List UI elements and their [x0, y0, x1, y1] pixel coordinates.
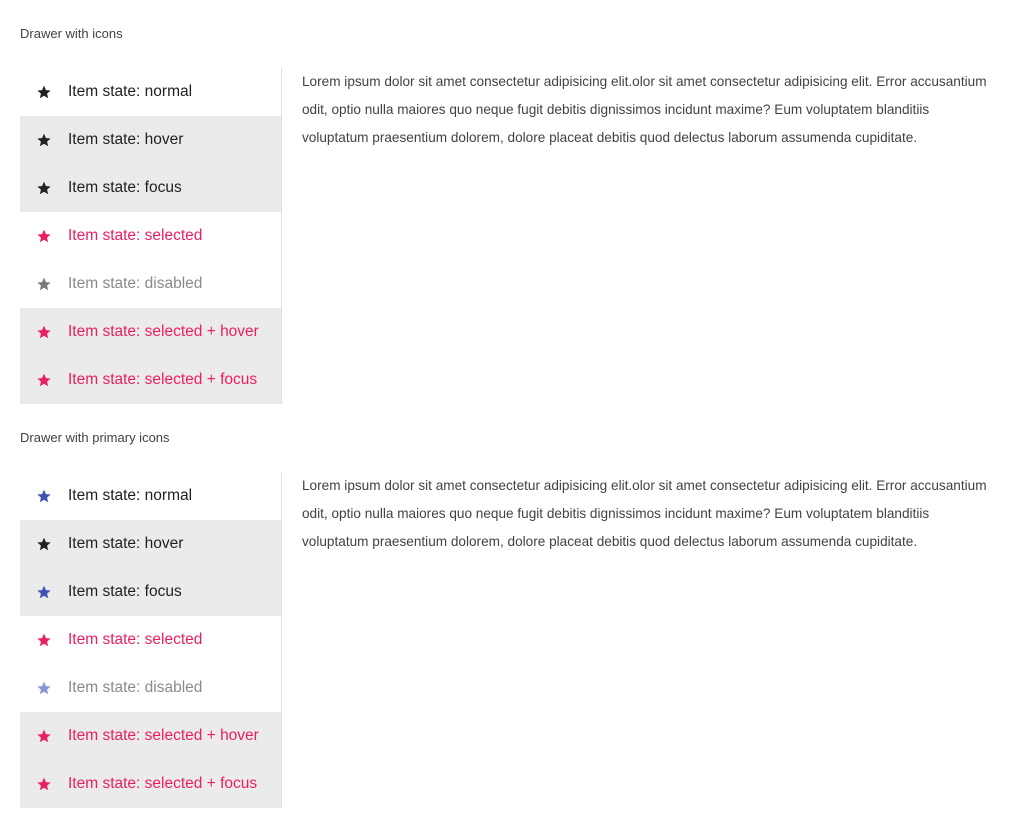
star-icon [20, 728, 68, 744]
star-icon [20, 324, 68, 340]
drawer-item-label: Item state: normal [68, 83, 193, 100]
star-icon [20, 488, 68, 504]
star-icon [20, 276, 68, 292]
drawer-item-hover[interactable]: Item state: hover [20, 520, 281, 568]
content-text: Lorem ipsum dolor sit amet consectetur a… [302, 478, 987, 549]
content-text: Lorem ipsum dolor sit amet consectetur a… [302, 74, 987, 145]
section-title: Drawer with primary icons [20, 430, 170, 445]
drawer-item-selected-focus[interactable]: Item state: selected + focus [20, 356, 281, 404]
star-icon [20, 372, 68, 388]
star-icon [20, 228, 68, 244]
drawer-item-selected-focus[interactable]: Item state: selected + focus [20, 760, 281, 808]
drawer-item-selected-hover[interactable]: Item state: selected + hover [20, 308, 281, 356]
drawer-item-hover[interactable]: Item state: hover [20, 116, 281, 164]
drawer-item-normal[interactable]: Item state: normal [20, 472, 281, 520]
drawer-item-focus[interactable]: Item state: focus [20, 568, 281, 616]
star-icon [20, 180, 68, 196]
drawer-item-normal[interactable]: Item state: normal [20, 68, 281, 116]
drawer-item-label: Item state: selected + focus [68, 371, 258, 388]
drawer: Item state: normal Item state: hover Ite… [20, 68, 282, 404]
drawer-item-label: Item state: selected [68, 227, 203, 244]
drawer-item-label: Item state: disabled [68, 275, 203, 292]
star-icon [20, 680, 68, 696]
drawer-item-focus[interactable]: Item state: focus [20, 164, 281, 212]
drawer-item-label: Item state: hover [68, 535, 184, 552]
drawer-item-label: Item state: selected + hover [68, 323, 259, 340]
star-icon [20, 584, 68, 600]
drawer-item-selected-hover[interactable]: Item state: selected + hover [20, 712, 281, 760]
drawer: Item state: normal Item state: hover Ite… [20, 472, 282, 808]
drawer-item-label: Item state: selected + focus [68, 775, 258, 792]
drawer-item-label: Item state: focus [68, 583, 182, 600]
drawer-item-disabled: Item state: disabled [20, 260, 281, 308]
drawer-item-label: Item state: normal [68, 487, 193, 504]
drawer-item-disabled: Item state: disabled [20, 664, 281, 712]
section-title: Drawer with icons [20, 26, 123, 41]
drawer-item-label: Item state: focus [68, 179, 182, 196]
drawer-item-selected[interactable]: Item state: selected [20, 212, 281, 260]
star-icon [20, 132, 68, 148]
star-icon [20, 84, 68, 100]
drawer-item-label: Item state: hover [68, 131, 184, 148]
drawer-item-selected[interactable]: Item state: selected [20, 616, 281, 664]
drawer-item-label: Item state: disabled [68, 679, 203, 696]
drawer-item-label: Item state: selected + hover [68, 727, 259, 744]
star-icon [20, 632, 68, 648]
drawer-item-label: Item state: selected [68, 631, 203, 648]
star-icon [20, 536, 68, 552]
star-icon [20, 776, 68, 792]
